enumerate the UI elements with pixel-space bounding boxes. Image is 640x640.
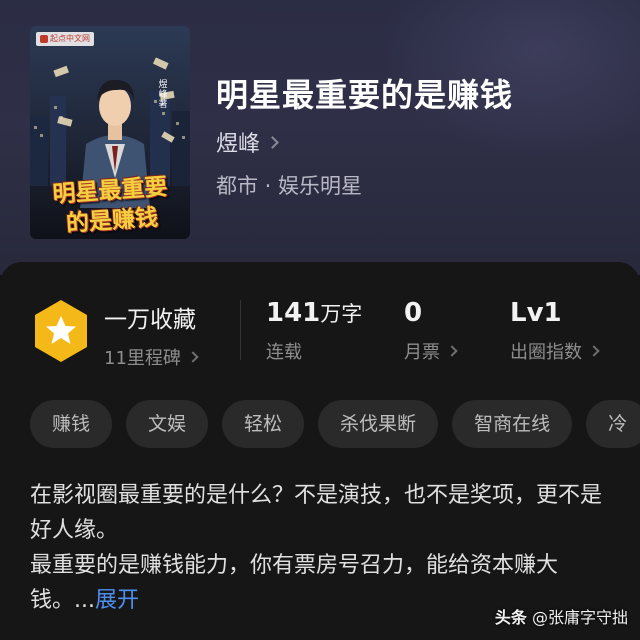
stat-words: 141万字 连载 (266, 298, 362, 364)
tag-chip[interactable]: 赚钱 (30, 400, 113, 448)
chevron-right-icon (446, 345, 458, 357)
favorites-count: 一万收藏 (104, 307, 196, 333)
tag-chip[interactable]: 冷 (586, 400, 640, 448)
book-header: 起点中文网 煜峰著 明星最重要 的是赚钱 明星最重要的是赚钱 煜峰 都市 · 娱… (0, 0, 640, 275)
chevron-right-icon (588, 345, 600, 357)
stat-divider (240, 300, 241, 360)
tag-chip[interactable]: 文娱 (126, 400, 209, 448)
cover-title: 明星最重要 的是赚钱 (34, 171, 188, 239)
watermark-brand: 头条 (494, 608, 527, 627)
watermark: 头条 @张庸字守拙 (495, 604, 628, 628)
serial-status: 连载 (266, 342, 302, 363)
book-description: 在影视圈最重要的是什么？不是演技，也不是奖项，更不是好人缘。 最重要的是赚钱能力… (30, 478, 605, 618)
word-count-number: 141 (266, 298, 321, 328)
monthly-tickets-count: 0 (404, 298, 423, 328)
monthly-tickets-label: 月票 (404, 338, 458, 364)
genre-label: 都市 · 娱乐明星 (216, 174, 363, 198)
tag-chip[interactable]: 杀伐果断 (318, 400, 439, 448)
tag-chip[interactable]: 轻松 (222, 400, 305, 448)
cover-author-tag: 煜峰著 (158, 80, 168, 110)
tag-list: 赚钱 文娱 轻松 杀伐果断 智商在线 冷 (30, 400, 640, 448)
stat-level[interactable]: Lv1 出圈指数 (510, 298, 600, 364)
description-paragraph: 在影视圈最重要的是什么？不是演技，也不是奖项，更不是好人缘。 (30, 483, 603, 543)
author-link[interactable]: 煜峰 (216, 126, 279, 158)
favorites-milestone: 11里程碑 (104, 344, 199, 370)
book-cover[interactable]: 起点中文网 煜峰著 明星最重要 的是赚钱 (30, 26, 190, 239)
tag-chip[interactable]: 智商在线 (452, 400, 573, 448)
publisher-logo: 起点中文网 (36, 32, 94, 46)
book-title: 明星最重要的是赚钱 (216, 76, 514, 114)
stat-monthly-tickets[interactable]: 0 月票 (404, 298, 458, 364)
stat-favorites[interactable]: 一万收藏 11里程碑 (104, 300, 199, 370)
level-label: 出圈指数 (510, 338, 600, 364)
publisher-logo-icon (40, 34, 48, 43)
favorites-badge-icon (35, 300, 87, 362)
word-count-unit: 万字 (320, 302, 363, 326)
chevron-right-icon (187, 351, 199, 363)
expand-link[interactable]: 展开 (95, 588, 139, 613)
chevron-right-icon (266, 135, 279, 149)
watermark-handle: @张庸字守拙 (531, 608, 628, 627)
level-value: Lv1 (510, 298, 562, 328)
author-name: 煜峰 (216, 132, 261, 157)
